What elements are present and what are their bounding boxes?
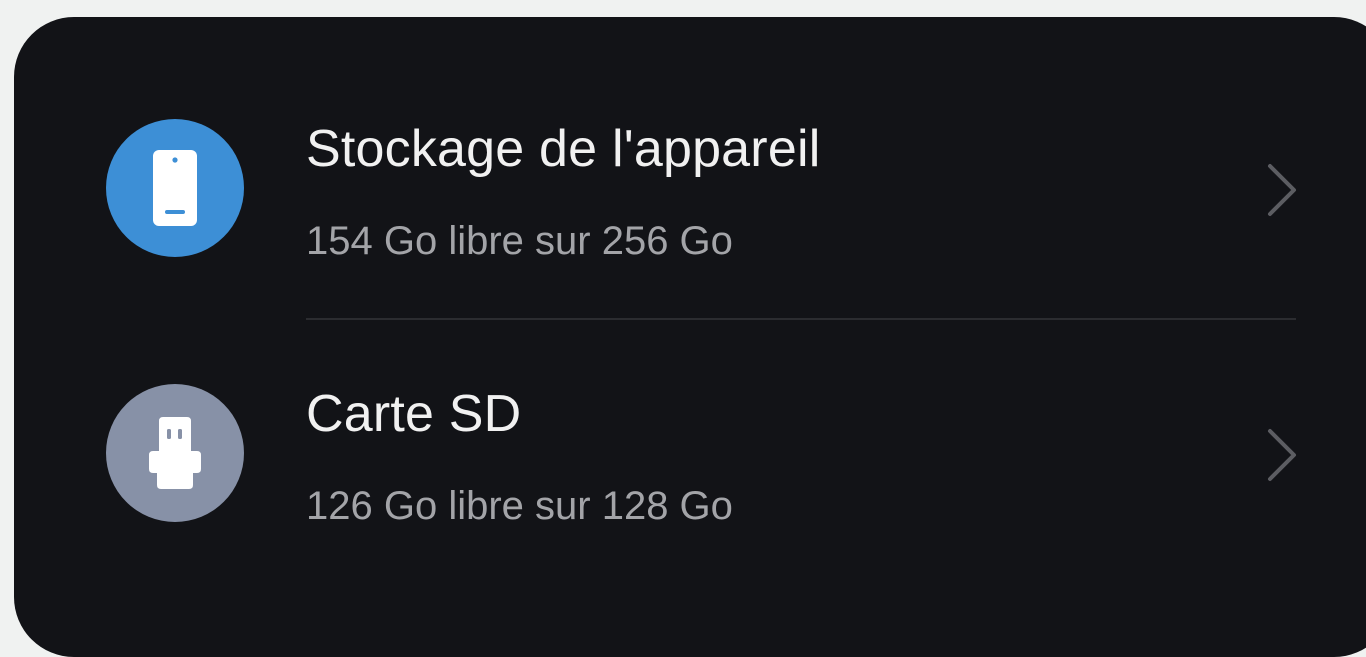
storage-item-sd-card[interactable]: Carte SD 126 Go libre sur 128 Go <box>14 332 1366 572</box>
chevron-right-icon <box>1268 164 1296 216</box>
chevron-right-icon <box>1268 429 1296 481</box>
sd-card-subtitle: 126 Go libre sur 128 Go <box>306 484 733 528</box>
sd-card-title: Carte SD <box>306 385 522 443</box>
sd-card-icon <box>149 417 201 489</box>
storage-card: Stockage de l'appareil 154 Go libre sur … <box>14 17 1366 657</box>
storage-item-device[interactable]: Stockage de l'appareil 154 Go libre sur … <box>14 67 1366 307</box>
device-storage-title: Stockage de l'appareil <box>306 120 821 178</box>
phone-icon <box>153 150 197 226</box>
device-storage-avatar <box>106 119 244 257</box>
sd-card-avatar <box>106 384 244 522</box>
device-storage-subtitle: 154 Go libre sur 256 Go <box>306 219 733 263</box>
list-divider <box>306 318 1296 320</box>
